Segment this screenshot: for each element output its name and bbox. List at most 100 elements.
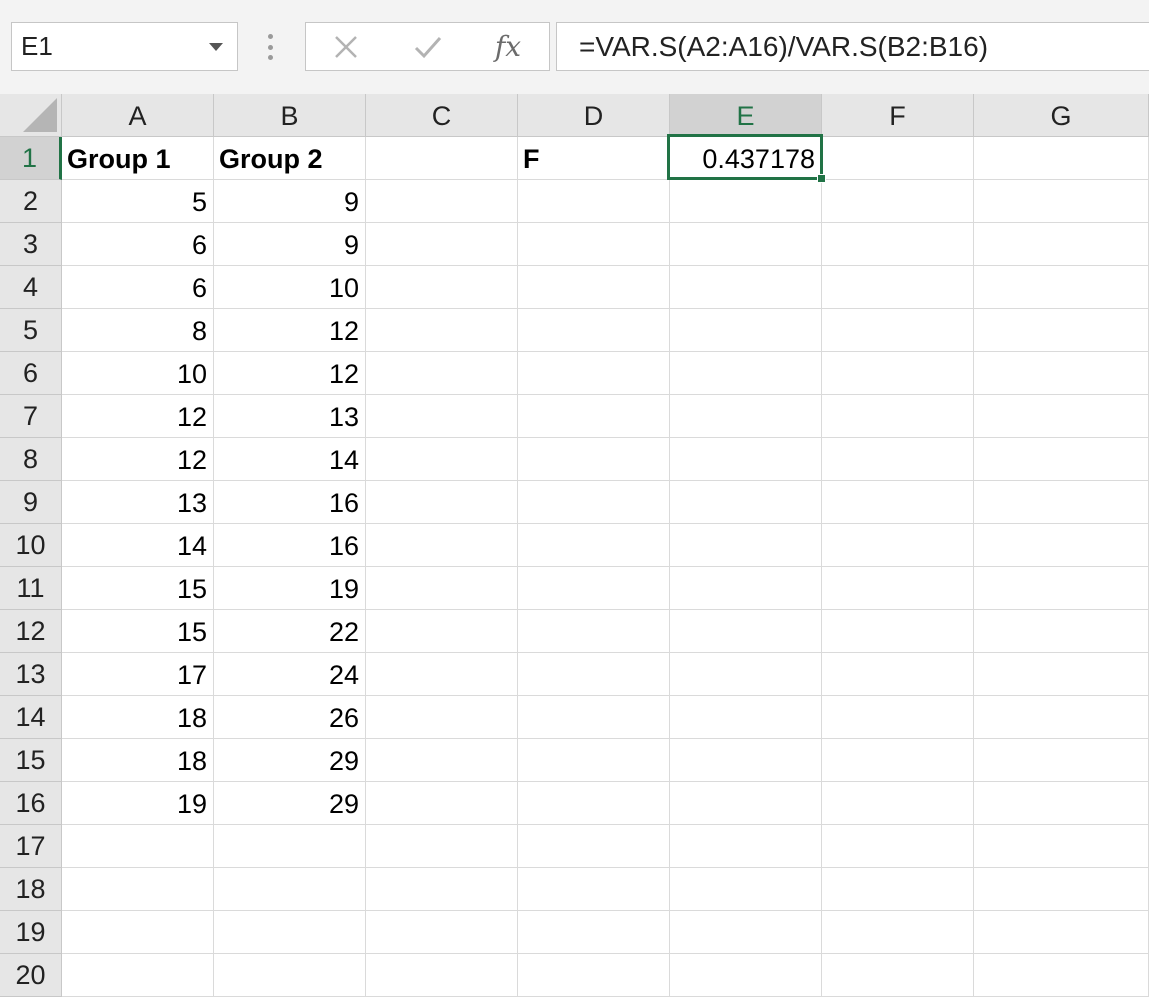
- cell-c17[interactable]: [366, 825, 518, 868]
- cell-d7[interactable]: [518, 395, 670, 438]
- row-header-10[interactable]: 10: [0, 524, 62, 567]
- row-header-16[interactable]: 16: [0, 782, 62, 825]
- cell-e9[interactable]: [670, 481, 822, 524]
- cell-b15[interactable]: 29: [214, 739, 366, 782]
- name-box[interactable]: E1: [11, 22, 238, 71]
- cell-c16[interactable]: [366, 782, 518, 825]
- cell-f19[interactable]: [822, 911, 974, 954]
- cell-f7[interactable]: [822, 395, 974, 438]
- cell-c7[interactable]: [366, 395, 518, 438]
- chevron-down-icon[interactable]: [209, 43, 223, 51]
- cell-f11[interactable]: [822, 567, 974, 610]
- row-header-2[interactable]: 2: [0, 180, 62, 223]
- cell-e3[interactable]: [670, 223, 822, 266]
- cell-c9[interactable]: [366, 481, 518, 524]
- cell-c18[interactable]: [366, 868, 518, 911]
- cell-b17[interactable]: [214, 825, 366, 868]
- cell-b14[interactable]: 26: [214, 696, 366, 739]
- cell-g13[interactable]: [974, 653, 1149, 696]
- cell-b2[interactable]: 9: [214, 180, 366, 223]
- row-header-11[interactable]: 11: [0, 567, 62, 610]
- column-header-c[interactable]: C: [366, 94, 518, 137]
- cell-b6[interactable]: 12: [214, 352, 366, 395]
- column-header-d[interactable]: D: [518, 94, 670, 137]
- row-header-19[interactable]: 19: [0, 911, 62, 954]
- cell-c4[interactable]: [366, 266, 518, 309]
- cell-e10[interactable]: [670, 524, 822, 567]
- cell-e6[interactable]: [670, 352, 822, 395]
- cell-d11[interactable]: [518, 567, 670, 610]
- cell-e17[interactable]: [670, 825, 822, 868]
- cell-c10[interactable]: [366, 524, 518, 567]
- cell-g3[interactable]: [974, 223, 1149, 266]
- insert-function-button[interactable]: fx: [478, 23, 538, 70]
- cell-a20[interactable]: [62, 954, 214, 997]
- cell-f16[interactable]: [822, 782, 974, 825]
- row-header-17[interactable]: 17: [0, 825, 62, 868]
- cell-c2[interactable]: [366, 180, 518, 223]
- cell-g9[interactable]: [974, 481, 1149, 524]
- cell-d17[interactable]: [518, 825, 670, 868]
- cell-e4[interactable]: [670, 266, 822, 309]
- cell-c13[interactable]: [366, 653, 518, 696]
- cell-d9[interactable]: [518, 481, 670, 524]
- cancel-button[interactable]: [316, 23, 376, 70]
- cell-a11[interactable]: 15: [62, 567, 214, 610]
- cell-c8[interactable]: [366, 438, 518, 481]
- cell-c5[interactable]: [366, 309, 518, 352]
- cell-a9[interactable]: 13: [62, 481, 214, 524]
- cell-b16[interactable]: 29: [214, 782, 366, 825]
- cell-b5[interactable]: 12: [214, 309, 366, 352]
- cell-a6[interactable]: 10: [62, 352, 214, 395]
- cell-c3[interactable]: [366, 223, 518, 266]
- cell-d4[interactable]: [518, 266, 670, 309]
- cell-b4[interactable]: 10: [214, 266, 366, 309]
- cell-e16[interactable]: [670, 782, 822, 825]
- cell-c14[interactable]: [366, 696, 518, 739]
- cell-g7[interactable]: [974, 395, 1149, 438]
- cell-e14[interactable]: [670, 696, 822, 739]
- cell-g20[interactable]: [974, 954, 1149, 997]
- cell-a5[interactable]: 8: [62, 309, 214, 352]
- cell-g17[interactable]: [974, 825, 1149, 868]
- cell-d8[interactable]: [518, 438, 670, 481]
- column-header-f[interactable]: F: [822, 94, 974, 137]
- cell-e8[interactable]: [670, 438, 822, 481]
- row-header-5[interactable]: 5: [0, 309, 62, 352]
- cell-a12[interactable]: 15: [62, 610, 214, 653]
- cell-e1[interactable]: 0.437178: [670, 137, 822, 180]
- column-header-g[interactable]: G: [974, 94, 1149, 137]
- cell-b1[interactable]: Group 2: [214, 137, 366, 180]
- cell-f8[interactable]: [822, 438, 974, 481]
- cell-f13[interactable]: [822, 653, 974, 696]
- cell-c11[interactable]: [366, 567, 518, 610]
- cell-a15[interactable]: 18: [62, 739, 214, 782]
- cell-g11[interactable]: [974, 567, 1149, 610]
- row-header-13[interactable]: 13: [0, 653, 62, 696]
- cell-d15[interactable]: [518, 739, 670, 782]
- cell-b13[interactable]: 24: [214, 653, 366, 696]
- cell-a13[interactable]: 17: [62, 653, 214, 696]
- cell-d10[interactable]: [518, 524, 670, 567]
- cell-g12[interactable]: [974, 610, 1149, 653]
- row-header-15[interactable]: 15: [0, 739, 62, 782]
- cell-c20[interactable]: [366, 954, 518, 997]
- cell-b3[interactable]: 9: [214, 223, 366, 266]
- cell-e11[interactable]: [670, 567, 822, 610]
- cell-c6[interactable]: [366, 352, 518, 395]
- column-header-a[interactable]: A: [62, 94, 214, 137]
- cell-f12[interactable]: [822, 610, 974, 653]
- row-header-14[interactable]: 14: [0, 696, 62, 739]
- cell-e19[interactable]: [670, 911, 822, 954]
- cell-f17[interactable]: [822, 825, 974, 868]
- cell-b12[interactable]: 22: [214, 610, 366, 653]
- cell-e13[interactable]: [670, 653, 822, 696]
- cell-d5[interactable]: [518, 309, 670, 352]
- cell-a1[interactable]: Group 1: [62, 137, 214, 180]
- cell-g8[interactable]: [974, 438, 1149, 481]
- cell-b11[interactable]: 19: [214, 567, 366, 610]
- cell-g10[interactable]: [974, 524, 1149, 567]
- cell-a4[interactable]: 6: [62, 266, 214, 309]
- cell-b8[interactable]: 14: [214, 438, 366, 481]
- cell-c15[interactable]: [366, 739, 518, 782]
